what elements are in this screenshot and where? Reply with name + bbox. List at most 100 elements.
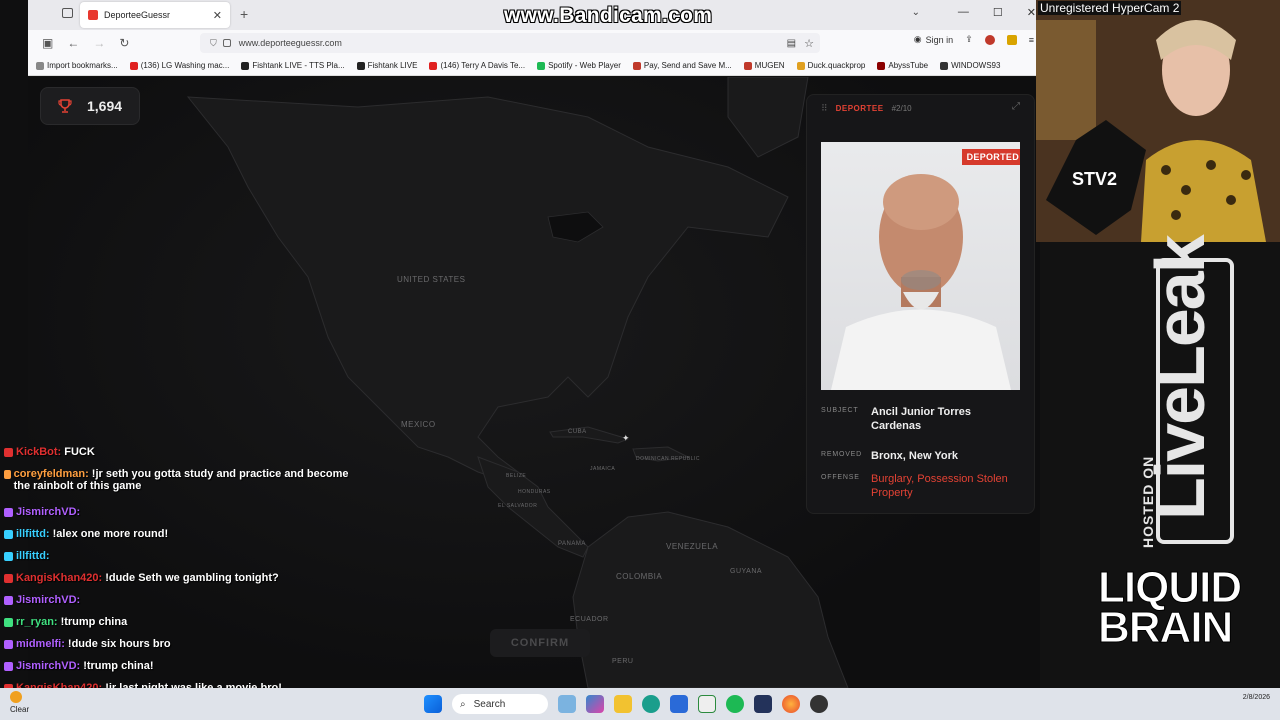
chat-message: KickBot: FUCK — [4, 446, 354, 458]
expand-icon[interactable]: ⤢ — [1012, 101, 1020, 112]
bookmark-item[interactable]: Fishtank LIVE — [356, 61, 418, 70]
round-counter: #2/10 — [891, 104, 912, 113]
close-window-icon[interactable]: ✕ — [1027, 6, 1036, 19]
bookmark-item[interactable]: Spotify - Web Player — [537, 61, 621, 70]
taskbar-search[interactable]: ⌕ Search — [452, 694, 548, 714]
weather-widget[interactable]: Clear — [10, 691, 29, 714]
bookmark-item[interactable]: WINDOWS93 — [940, 61, 1000, 70]
chat-message: coreyfeldman: !jr seth you gotta study an… — [4, 468, 354, 492]
chat-username: rr_ryan: — [16, 616, 58, 628]
chat-message: illfittd: — [4, 550, 354, 562]
cuba-landmass — [549, 426, 630, 444]
url-text: www.deporteeguessr.com — [238, 38, 342, 48]
map-label-peru: PERU — [612, 658, 633, 665]
bookmarks-bar: Import bookmarks... (136) LG Washing mac.… — [28, 56, 1040, 76]
deportee-photo: DEPORTED — [821, 142, 1020, 390]
bookmark-item[interactable]: (146) Terry A Davis Te... — [429, 61, 525, 70]
maximize-icon[interactable]: ☐ — [993, 6, 1003, 19]
bookmark-label: (136) LG Washing mac... — [140, 61, 230, 70]
trophy-icon — [58, 99, 72, 113]
forward-icon[interactable]: → — [93, 36, 105, 50]
file-explorer-icon[interactable] — [614, 695, 632, 713]
bookmark-item[interactable]: Import bookmarks... — [36, 61, 118, 70]
chat-badge-icon — [4, 618, 13, 627]
bookmark-item[interactable]: Fishtank LIVE - TTS Pla... — [241, 61, 345, 70]
taskbar-icons: ⌕ Search — [424, 694, 828, 714]
tab-deporteeguessr[interactable]: DeporteeGuessr ✕ — [80, 2, 230, 28]
copilot-icon[interactable] — [586, 695, 604, 713]
greenland-landmass — [727, 77, 809, 158]
chat-message: KangisKhan420: !dude Seth we gambling ton… — [4, 572, 354, 584]
liquid-brain-logo: LIQUID BRAIN — [1098, 565, 1268, 650]
map-label-jamaica: JAMAICA — [590, 466, 615, 472]
edge-icon[interactable] — [642, 695, 660, 713]
chat-line: illfittd: — [16, 550, 53, 562]
bookmark-favicon-icon — [241, 61, 250, 70]
bookmark-label: (146) Terry A Davis Te... — [440, 61, 526, 70]
chat-text: !trump china! — [83, 660, 154, 672]
tab-close-icon[interactable]: ✕ — [213, 9, 222, 22]
share-icon[interactable]: ⇪ — [965, 34, 973, 45]
extension-icon[interactable] — [1006, 34, 1017, 45]
chat-line: JismirchVD: — [16, 506, 83, 518]
taskbar: Clear ⌕ Search 2/8/2026 — [0, 688, 1280, 720]
bookmark-favicon-icon — [877, 61, 886, 70]
store-icon[interactable] — [670, 695, 688, 713]
bookmark-item[interactable]: Duck.quackprop — [796, 61, 865, 70]
bookmark-star-icon[interactable]: ☆ — [804, 37, 814, 50]
tab-title: DeporteeGuessr — [104, 10, 171, 20]
bookmark-label: Fishtank LIVE — [367, 61, 418, 70]
removed-row: REMOVED Bronx, New York — [821, 449, 1021, 463]
tab-overflow-chevron-icon[interactable]: ⌄ — [912, 7, 920, 18]
subject-row: SUBJECT Ancil Junior Torres Cardenas — [821, 405, 1021, 433]
chat-badge-icon — [4, 470, 11, 479]
firefox-icon[interactable] — [782, 695, 800, 713]
menu-icon[interactable]: ≡ — [1029, 35, 1034, 45]
hypercam-watermark: Unregistered HyperCam 2 — [1038, 1, 1182, 15]
tab-list-icon[interactable] — [62, 8, 73, 18]
reload-icon[interactable]: ↻ — [119, 36, 129, 50]
search-icon: ⌕ — [460, 698, 466, 710]
shield-icon: ⛉ — [210, 37, 217, 48]
chat-line: KickBot: FUCK — [16, 446, 95, 458]
sidebar-toggle-icon[interactable]: ▣ — [42, 36, 53, 50]
new-tab-icon[interactable]: + — [240, 6, 248, 22]
confirm-button[interactable]: CONFIRM — [490, 629, 590, 657]
chat-badge-icon — [4, 552, 13, 561]
map-label-ecuador: ECUADOR — [570, 616, 609, 623]
app-dark-icon[interactable] — [754, 695, 772, 713]
chat-badge-icon — [4, 596, 13, 605]
spotify-icon[interactable] — [726, 695, 744, 713]
bookmark-item[interactable]: Pay, Send and Save M... — [632, 61, 732, 70]
chat-badge-icon — [4, 662, 13, 671]
removed-label: REMOVED — [821, 451, 862, 458]
bookmark-label: WINDOWS93 — [951, 61, 1001, 70]
minimize-icon[interactable]: — — [958, 6, 969, 19]
chat-text: FUCK — [64, 446, 95, 458]
sign-in-label: Sign in — [925, 34, 954, 45]
address-bar[interactable]: ⛉ www.deporteeguessr.com ▤ ☆ — [200, 33, 820, 53]
ublock-icon[interactable] — [984, 34, 995, 45]
obs-icon[interactable] — [810, 695, 828, 713]
widgets-icon[interactable] — [558, 695, 576, 713]
chat-message: midmelfi: !dude six hours bro — [4, 638, 354, 650]
bookmark-item[interactable]: MUGEN — [743, 61, 785, 70]
bookmark-favicon-icon — [129, 61, 138, 70]
sign-in-button[interactable]: ◉ Sign in — [914, 34, 953, 45]
bookmark-item[interactable]: AbyssTube — [877, 61, 928, 70]
system-tray[interactable]: 2/8/2026 — [1243, 692, 1270, 703]
bookmark-favicon-icon — [940, 61, 949, 70]
back-icon[interactable]: ← — [67, 36, 79, 50]
subject-value: Ancil Junior Torres Cardenas — [871, 406, 972, 432]
bookmark-item[interactable]: (136) LG Washing mac... — [129, 61, 230, 70]
chat-line: JismirchVD: !trump china! — [16, 660, 153, 672]
map-label-belize: BELIZE — [506, 473, 526, 479]
map-label-el-salvador: EL SALVADOR — [498, 503, 537, 509]
app-green-icon[interactable] — [698, 695, 716, 713]
chat-username: midmelfi: — [16, 638, 65, 650]
chat-text: !trump china — [60, 616, 128, 628]
reader-icon[interactable]: ▤ — [787, 38, 796, 49]
windows-start-icon[interactable] — [424, 695, 442, 713]
drag-grip-icon[interactable]: ⠿ — [821, 103, 828, 114]
chat-username: JismirchVD: — [16, 594, 81, 606]
